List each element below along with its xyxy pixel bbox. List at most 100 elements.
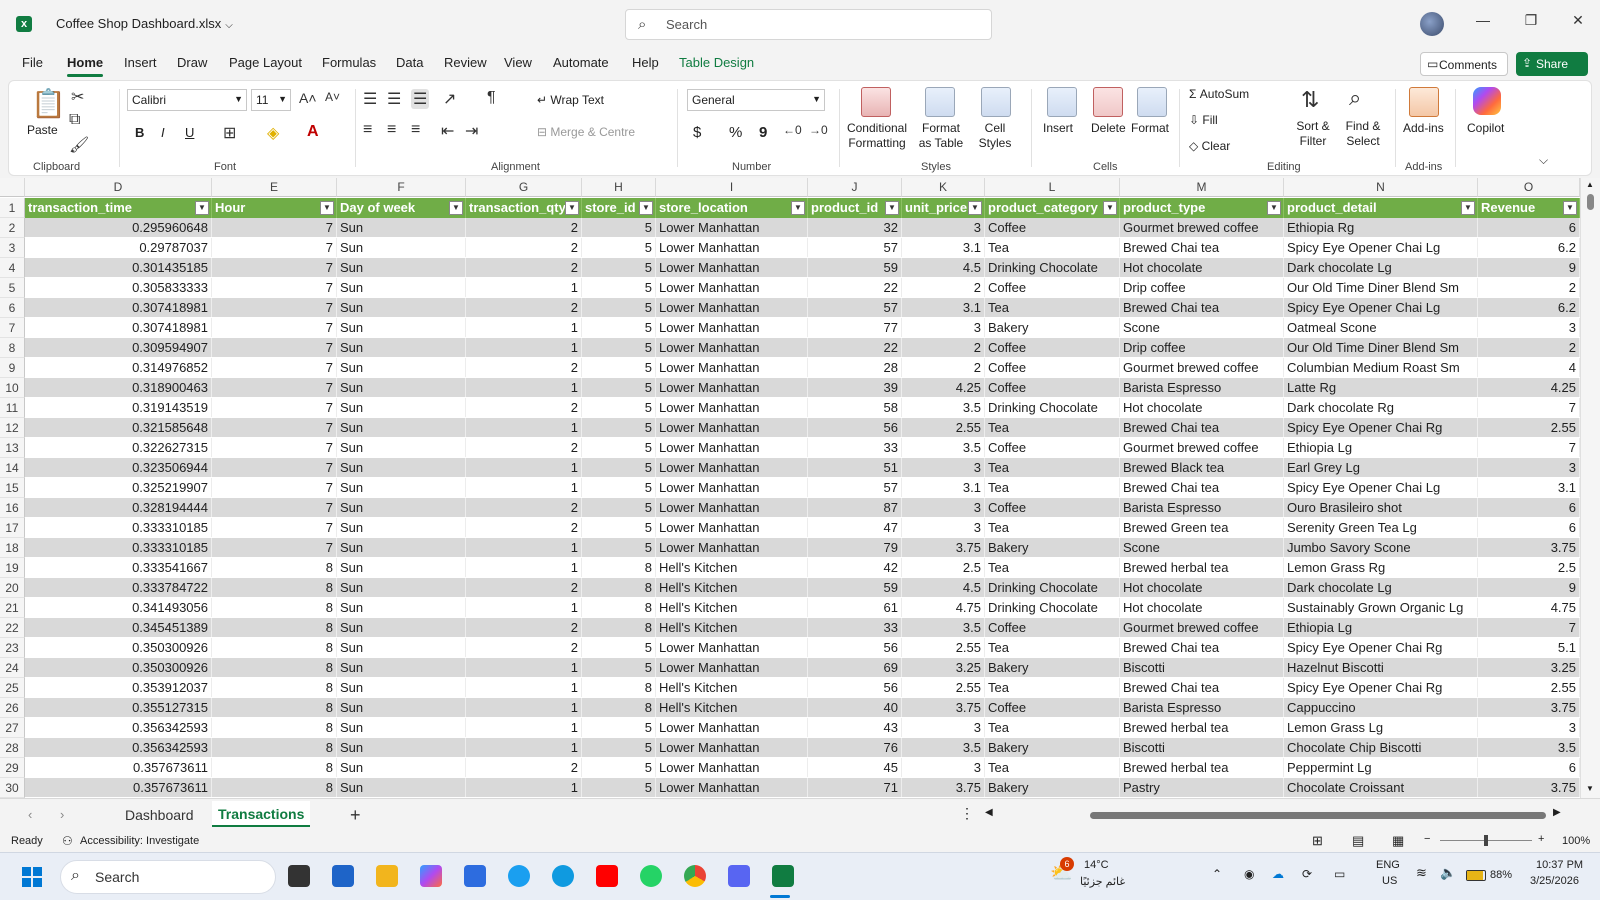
table-cell[interactable]: 1 <box>466 538 582 557</box>
table-header-cell[interactable]: store_location ▼ <box>656 198 808 218</box>
table-cell[interactable]: 0.333310185 <box>25 538 212 557</box>
table-cell[interactable]: 3.75 <box>902 778 985 797</box>
align-bottom-icon[interactable]: ☰ <box>411 89 430 109</box>
row-header[interactable]: 30 <box>0 778 25 798</box>
table-cell[interactable]: 77 <box>808 318 902 337</box>
copy-icon[interactable]: ⧉ <box>69 111 80 129</box>
table-cell[interactable]: 0.345451389 <box>25 618 212 637</box>
table-cell[interactable]: Sun <box>337 438 466 457</box>
table-cell[interactable]: 0.356342593 <box>25 718 212 737</box>
row-header[interactable]: 2 <box>0 218 25 238</box>
cut-icon[interactable]: ✂ <box>71 87 84 107</box>
table-cell[interactable]: 7 <box>1478 438 1580 457</box>
table-cell[interactable]: 1 <box>466 658 582 677</box>
table-cell[interactable]: Sun <box>337 738 466 757</box>
row-header[interactable]: 19 <box>0 558 25 578</box>
table-cell[interactable]: 3.25 <box>1478 658 1580 677</box>
table-cell[interactable]: Serenity Green Tea Lg <box>1284 518 1478 537</box>
minimize-button[interactable]: — <box>1468 12 1498 28</box>
table-cell[interactable]: Gourmet brewed coffee <box>1120 358 1284 377</box>
table-cell[interactable]: 0.309594907 <box>25 338 212 357</box>
table-cell[interactable]: 3.75 <box>1478 538 1580 557</box>
table-cell[interactable]: Chocolate Chip Biscotti <box>1284 738 1478 757</box>
table-cell[interactable]: Sun <box>337 358 466 377</box>
start-icon[interactable] <box>22 867 42 887</box>
table-cell[interactable]: 8 <box>212 778 337 797</box>
table-cell[interactable]: Cappuccino <box>1284 698 1478 717</box>
table-cell[interactable]: Sun <box>337 478 466 497</box>
table-cell[interactable]: 5 <box>582 458 656 477</box>
table-cell[interactable]: 1 <box>466 378 582 397</box>
table-cell[interactable]: Lemon Grass Lg <box>1284 718 1478 737</box>
table-cell[interactable]: 8 <box>212 758 337 777</box>
table-cell[interactable]: 7 <box>212 538 337 557</box>
table-cell[interactable]: Hot chocolate <box>1120 398 1284 417</box>
column-header[interactable]: G <box>466 178 582 197</box>
align-right-icon[interactable]: ≡ <box>411 121 420 139</box>
fill-button[interactable]: ⇩ Fill <box>1189 113 1218 128</box>
table-cell[interactable]: Bakery <box>985 538 1120 557</box>
table-header-cell[interactable]: product_id ▼ <box>808 198 902 218</box>
clear-button[interactable]: ◇ Clear <box>1189 139 1230 154</box>
table-cell[interactable]: 69 <box>808 658 902 677</box>
vertical-scrollbar[interactable]: ▲ ▼ <box>1580 178 1600 798</box>
table-cell[interactable]: Gourmet brewed coffee <box>1120 618 1284 637</box>
avatar[interactable] <box>1420 12 1444 36</box>
table-cell[interactable]: 7 <box>212 458 337 477</box>
select-all-corner[interactable] <box>0 178 25 197</box>
table-cell[interactable]: Drinking Chocolate <box>985 578 1120 597</box>
shrink-font-icon[interactable]: A˅ <box>325 90 340 104</box>
table-cell[interactable]: 5 <box>582 358 656 377</box>
table-cell[interactable]: 3.5 <box>902 398 985 417</box>
table-cell[interactable]: Sun <box>337 458 466 477</box>
table-cell[interactable]: Dark chocolate Rg <box>1284 398 1478 417</box>
table-cell[interactable]: Sun <box>337 598 466 617</box>
table-cell[interactable]: Sun <box>337 618 466 637</box>
table-cell[interactable]: 2 <box>466 258 582 277</box>
table-cell[interactable]: 3 <box>902 758 985 777</box>
table-cell[interactable]: 2 <box>466 358 582 377</box>
table-cell[interactable]: 1 <box>466 598 582 617</box>
table-cell[interactable]: Drip coffee <box>1120 278 1284 297</box>
align-middle-icon[interactable]: ☰ <box>387 89 401 109</box>
row-header[interactable]: 14 <box>0 458 25 478</box>
table-cell[interactable]: 2 <box>902 278 985 297</box>
table-cell[interactable]: 5 <box>582 658 656 677</box>
row-header[interactable]: 4 <box>0 258 25 278</box>
table-cell[interactable]: Ethiopia Lg <box>1284 618 1478 637</box>
table-cell[interactable]: 2.55 <box>902 678 985 697</box>
table-cell[interactable]: Bakery <box>985 318 1120 337</box>
table-cell[interactable]: Lower Manhattan <box>656 258 808 277</box>
table-cell[interactable]: 61 <box>808 598 902 617</box>
table-cell[interactable]: Sun <box>337 298 466 317</box>
table-cell[interactable]: Spicy Eye Opener Chai Rg <box>1284 638 1478 657</box>
table-cell[interactable]: 8 <box>212 698 337 717</box>
table-cell[interactable]: 0.318900463 <box>25 378 212 397</box>
find-select-button[interactable]: Find & Select <box>1339 119 1387 149</box>
filter-dropdown-icon[interactable]: ▼ <box>639 201 653 215</box>
table-cell[interactable]: 7 <box>1478 618 1580 637</box>
table-cell[interactable]: Tea <box>985 718 1120 737</box>
next-sheet-icon[interactable]: › <box>60 807 64 822</box>
table-cell[interactable]: 3.75 <box>1478 778 1580 797</box>
wrap-text-button[interactable]: ↵ Wrap Text <box>537 93 604 108</box>
language-top[interactable]: ENG <box>1376 859 1400 871</box>
wifi-icon[interactable]: ≋ <box>1416 865 1427 881</box>
table-cell[interactable]: Spicy Eye Opener Chai Lg <box>1284 238 1478 257</box>
comma-style-button[interactable]: 9 <box>759 125 767 140</box>
table-cell[interactable]: Coffee <box>985 438 1120 457</box>
table-cell[interactable]: 57 <box>808 298 902 317</box>
row-header[interactable]: 18 <box>0 538 25 558</box>
table-cell[interactable]: 0.356342593 <box>25 738 212 757</box>
horizontal-scroll-thumb[interactable] <box>1090 812 1546 819</box>
close-button[interactable]: ✕ <box>1563 12 1593 29</box>
filter-dropdown-icon[interactable]: ▼ <box>195 201 209 215</box>
table-cell[interactable]: Sun <box>337 238 466 257</box>
table-cell[interactable]: 3.5 <box>902 438 985 457</box>
table-cell[interactable]: 6 <box>1478 218 1580 237</box>
clock-date[interactable]: 3/25/2026 <box>1530 875 1579 887</box>
app-icon[interactable] <box>728 865 750 887</box>
table-cell[interactable]: Sustainably Grown Organic Lg <box>1284 598 1478 617</box>
table-cell[interactable]: Brewed Chai tea <box>1120 238 1284 257</box>
table-cell[interactable]: 87 <box>808 498 902 517</box>
